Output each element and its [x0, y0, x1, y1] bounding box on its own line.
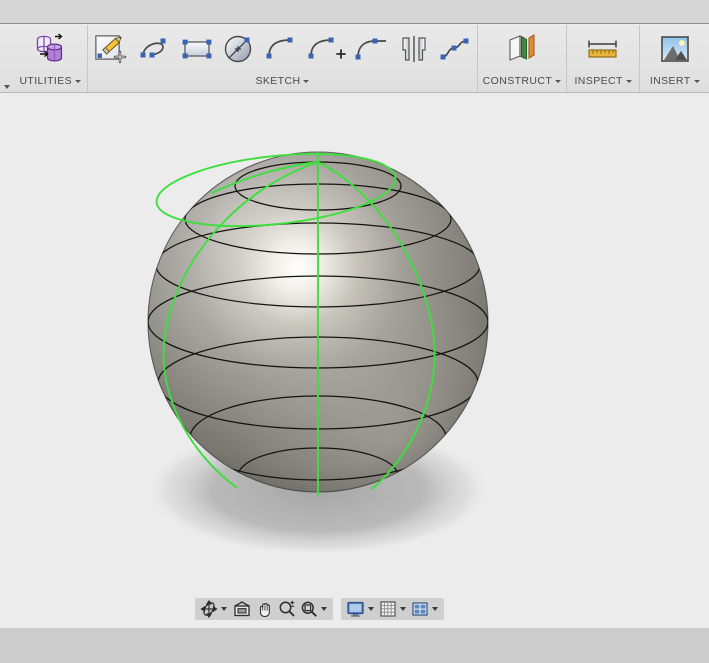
navigation-tools-group [195, 598, 333, 620]
ribbon-panel-sketch: SKETCH [86, 25, 477, 92]
construct-panel-label[interactable]: CONSTRUCT [479, 72, 566, 92]
spline-icon [440, 38, 469, 59]
circle-button[interactable] [219, 27, 261, 71]
orbit-button[interactable] [198, 599, 220, 619]
chevron-down-icon [625, 80, 632, 83]
rectangle-button[interactable] [177, 27, 219, 71]
chevron-down-icon [555, 80, 562, 83]
mirror-button[interactable] [393, 27, 435, 71]
model-scene [146, 151, 490, 556]
insert-image-button[interactable] [654, 27, 696, 71]
application-window: UTILITIES SKETCH CONSTRUCT INSPECT INSER… [0, 0, 709, 663]
chevron-down-icon [75, 80, 82, 83]
ribbon-panel-construct: CONSTRUCT [476, 25, 566, 92]
line-icon [140, 38, 166, 57]
sketch-icon-row [83, 25, 481, 72]
chevron-down-icon [303, 80, 310, 83]
sketch-label-text: SKETCH [255, 75, 301, 87]
utilities-icon-row [25, 25, 75, 72]
align-button[interactable] [29, 27, 71, 71]
offset-plane-icon [509, 33, 535, 61]
arc-tangent-icon [355, 38, 387, 59]
display-settings-icon [347, 601, 364, 617]
zoom-fit-icon [301, 601, 317, 617]
viewports-button[interactable] [409, 599, 431, 619]
circle-icon [225, 35, 252, 62]
sketch-panel-label[interactable]: SKETCH [251, 72, 313, 92]
chevron-down-icon[interactable] [368, 607, 374, 611]
display-settings-button[interactable] [344, 599, 367, 619]
arc-icon [266, 37, 293, 58]
look-at-button[interactable] [230, 599, 254, 619]
align-icon [37, 32, 63, 61]
zoom-icon [279, 600, 295, 617]
arc-button[interactable] [261, 27, 303, 71]
viewports-icon [412, 602, 428, 616]
measure-button[interactable] [582, 27, 624, 71]
construct-label-text: CONSTRUCT [482, 75, 553, 87]
measure-icon [588, 40, 617, 58]
pan-icon [259, 602, 270, 618]
ribbon-toolbar: UTILITIES SKETCH CONSTRUCT INSPECT INSER… [0, 25, 709, 93]
utilities-panel-label[interactable]: UTILITIES [15, 72, 85, 92]
offset-plane-button[interactable] [501, 27, 543, 71]
ribbon-panel-insert: INSERT [639, 25, 709, 92]
chevron-down-icon[interactable] [432, 607, 438, 611]
utilities-label-text: UTILITIES [19, 75, 73, 87]
arc-add-button[interactable] [303, 27, 351, 71]
spline-button[interactable] [435, 27, 477, 71]
chevron-down-icon [693, 80, 700, 83]
arc-add-icon [308, 37, 347, 59]
tab-strip [0, 0, 709, 24]
insert-panel-label[interactable]: INSERT [646, 72, 704, 92]
ribbon-panel-utilities: UTILITIES [14, 25, 87, 92]
look-at-icon [234, 601, 250, 617]
insert-label-text: INSERT [649, 75, 691, 87]
inspect-label-text: INSPECT [574, 75, 623, 87]
orbit-icon [200, 600, 218, 618]
chevron-down-icon[interactable] [400, 607, 406, 611]
grid-snaps-icon [380, 601, 396, 617]
create-sketch-button[interactable] [87, 27, 135, 71]
chevron-down-icon [3, 85, 10, 89]
pan-button[interactable] [254, 599, 276, 619]
navigation-bar [195, 598, 444, 620]
insert-icon-row [650, 25, 700, 72]
status-bar [0, 628, 709, 663]
zoom-fit-button[interactable] [298, 599, 320, 619]
zoom-button[interactable] [276, 599, 298, 619]
arc-tangent-button[interactable] [351, 27, 393, 71]
construct-icon-row [497, 25, 547, 72]
chevron-down-icon[interactable] [321, 607, 327, 611]
viewport-canvas[interactable] [0, 93, 709, 628]
ribbon-panel-inspect: INSPECT [565, 25, 639, 92]
ribbon-overflow-caret[interactable] [0, 25, 14, 92]
create-sketch-icon [95, 34, 127, 63]
rectangle-icon [183, 39, 212, 58]
mirror-icon [402, 35, 427, 62]
grid-snaps-button[interactable] [377, 599, 399, 619]
inspect-icon-row [578, 25, 628, 72]
inspect-panel-label[interactable]: INSPECT [570, 72, 635, 92]
line-button[interactable] [135, 27, 177, 71]
insert-image-icon [660, 35, 689, 62]
chevron-down-icon[interactable] [221, 607, 227, 611]
display-tools-group [341, 598, 444, 620]
